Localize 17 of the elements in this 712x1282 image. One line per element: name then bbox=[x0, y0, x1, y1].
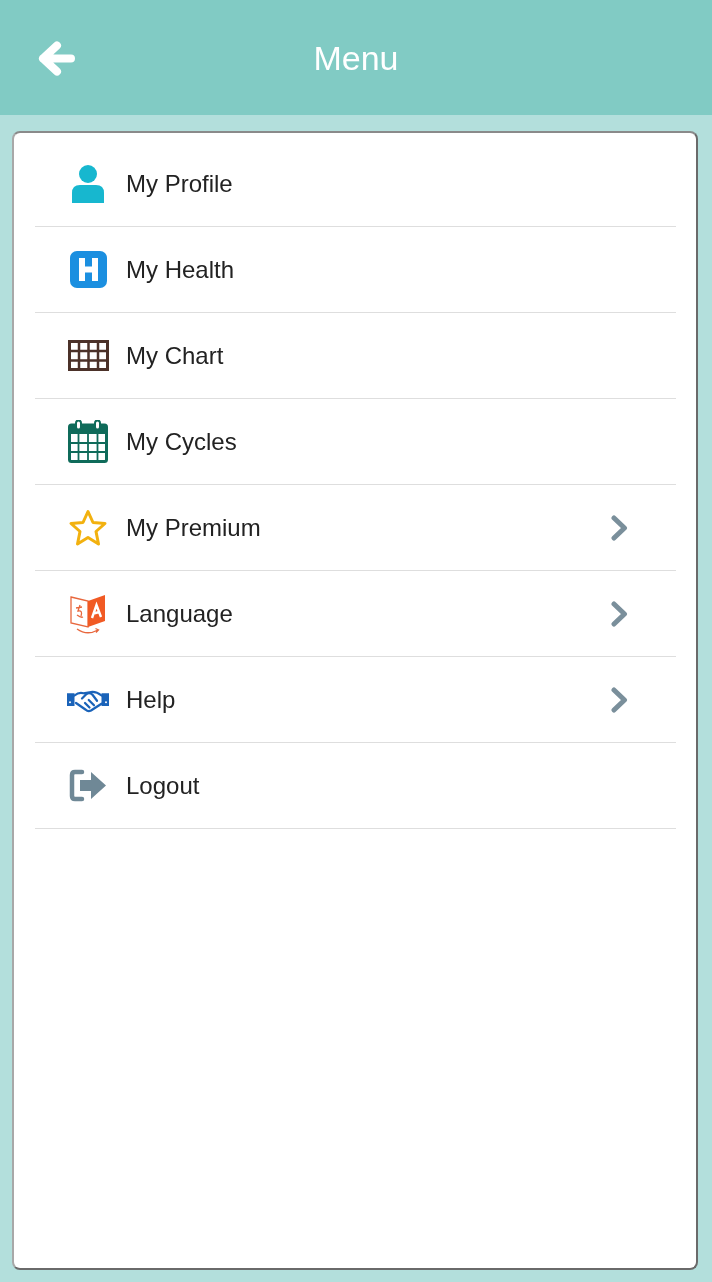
grid-icon bbox=[67, 340, 109, 371]
logout-icon bbox=[69, 769, 107, 802]
menu-item[interactable]: My Chart bbox=[35, 313, 676, 399]
person-icon bbox=[72, 164, 104, 203]
menu-item[interactable]: Logout bbox=[35, 743, 676, 829]
menu-item[interactable]: My Health bbox=[35, 227, 676, 313]
menu-item[interactable]: My Premium bbox=[35, 485, 676, 571]
menu-item[interactable]: Help bbox=[35, 657, 676, 743]
menu-item[interactable]: My Profile bbox=[35, 141, 676, 227]
star-icon bbox=[68, 508, 108, 547]
header-title: Menu bbox=[313, 38, 399, 79]
menu-item[interactable]: Language bbox=[35, 571, 676, 657]
back-arrow-icon bbox=[38, 41, 75, 76]
menu-item[interactable]: My Cycles bbox=[35, 399, 676, 485]
calendar-icon bbox=[68, 420, 108, 463]
hospital-sign-icon bbox=[69, 251, 107, 288]
back-button[interactable] bbox=[38, 41, 75, 76]
